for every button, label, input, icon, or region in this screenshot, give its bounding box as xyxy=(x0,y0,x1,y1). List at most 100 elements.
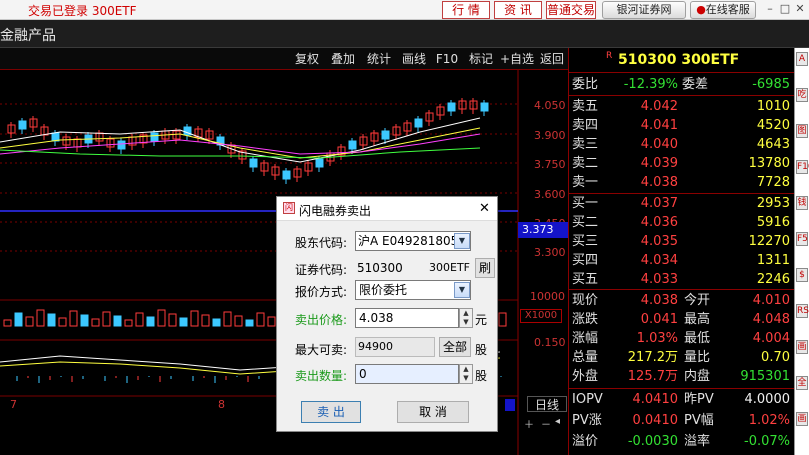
ask-row: 卖四 4.041 4520 xyxy=(572,116,792,135)
iopv-row: PV涨 0.0410 PV幅 1.02% xyxy=(572,411,792,430)
ask-volume: 1010 xyxy=(756,99,790,114)
stat-value: 0.70 xyxy=(761,350,790,365)
volume-bar xyxy=(190,310,199,327)
normal-trade-button[interactable]: 普通交易 xyxy=(546,1,596,19)
ask-label: 卖一 xyxy=(572,175,599,190)
iopv-row: 溢价 -0.0030 溢率 -0.07% xyxy=(572,432,792,451)
divider xyxy=(569,289,794,290)
ask-label: 卖三 xyxy=(572,137,599,152)
volume-bar xyxy=(179,317,188,327)
side-tab-3[interactable]: F10 xyxy=(796,160,809,174)
side-tab-4[interactable]: 钱 xyxy=(796,196,808,210)
bid-price: 4.036 xyxy=(640,215,678,230)
all-button[interactable]: 全部 xyxy=(439,337,471,357)
iopv-label: 昨PV xyxy=(684,392,714,407)
minimize-button[interactable]: – xyxy=(763,2,777,16)
toolbar-back[interactable]: 返回 xyxy=(536,50,568,68)
broker-site-button[interactable]: 银河证券网 xyxy=(602,1,686,19)
toolbar-mark[interactable]: 标记 xyxy=(464,50,498,68)
ask-volume: 13780 xyxy=(748,156,790,171)
volume-bar xyxy=(146,316,155,327)
dialog-title: 闪电融券卖出 xyxy=(299,204,372,218)
chevron-down-icon[interactable]: ▼ xyxy=(454,282,470,298)
side-tab-0[interactable]: A xyxy=(796,52,808,66)
volume-bar xyxy=(498,312,507,327)
divider xyxy=(569,72,794,73)
weicha-value: -6985 xyxy=(752,77,790,92)
side-tab-9[interactable]: 全 xyxy=(796,376,808,390)
zoom-in-icon[interactable]: ＋ xyxy=(524,416,534,431)
cancel-button[interactable]: 取 消 xyxy=(397,401,469,423)
close-button[interactable]: ✕ xyxy=(793,2,807,16)
toolbar-draw[interactable]: 画线 xyxy=(397,50,431,68)
side-tab-1[interactable]: 吃 xyxy=(796,88,808,102)
date-label: 8 xyxy=(218,398,225,411)
price-spinner[interactable]: ▲ ▼ xyxy=(459,308,473,328)
bid-row: 买一 4.037 2953 xyxy=(572,194,792,213)
scroll-marker[interactable] xyxy=(505,399,515,411)
ma-line xyxy=(0,147,481,159)
ask-row: 卖一 4.038 7728 xyxy=(572,173,792,192)
side-tab-10[interactable]: 画 xyxy=(796,412,808,426)
toolbar-f10[interactable]: F10 xyxy=(432,50,462,68)
refresh-button[interactable]: 刷 xyxy=(475,258,495,278)
ask-label: 卖五 xyxy=(572,99,599,114)
title-bar xyxy=(0,20,809,48)
toolbar-stats[interactable]: 统计 xyxy=(362,50,396,68)
weicha-label: 委差 xyxy=(682,77,709,92)
zoom-out-icon[interactable]: － xyxy=(541,416,551,431)
iopv-label: 溢价 xyxy=(572,434,599,449)
market-button[interactable]: 行 情 xyxy=(442,1,490,19)
price-axis-label: 3.600 xyxy=(534,188,566,201)
security-code: 510300 300ETF xyxy=(618,52,740,68)
price-axis-label: 3.300 xyxy=(534,246,566,259)
volume-bar xyxy=(223,311,232,327)
chevron-down-icon[interactable]: ▼ xyxy=(454,233,470,249)
news-button[interactable]: 资 讯 xyxy=(494,1,542,19)
side-tab-6[interactable]: $ xyxy=(796,268,808,282)
candle xyxy=(447,102,456,112)
login-status: 交易已登录 300ETF xyxy=(28,4,137,18)
volume-bar xyxy=(14,312,23,327)
bid-volume: 2246 xyxy=(756,272,790,287)
bid-row: 买二 4.036 5916 xyxy=(572,213,792,232)
toolbar-add-watch[interactable]: +自选 xyxy=(499,50,535,68)
side-tab-7[interactable]: RS xyxy=(796,304,809,318)
toolbar-overlay[interactable]: 叠加 xyxy=(326,50,360,68)
iopv-label: IOPV xyxy=(572,392,603,407)
price-input[interactable]: 4.038 xyxy=(355,308,459,328)
side-tab-2[interactable]: 图 xyxy=(796,124,808,138)
iopv-label: PV幅 xyxy=(684,413,714,428)
side-tab-5[interactable]: F5 xyxy=(796,232,808,246)
sell-button[interactable]: 卖 出 xyxy=(301,401,361,423)
date-label: 7 xyxy=(10,398,17,411)
dialog-close-icon[interactable]: ✕ xyxy=(479,201,490,216)
bid-row: 买四 4.034 1311 xyxy=(572,251,792,270)
stat-label: 现价 xyxy=(572,293,599,308)
stat-label: 外盘 xyxy=(572,369,599,384)
price-unit: 元 xyxy=(475,313,488,327)
code-value: 510300 xyxy=(357,261,403,275)
stat-label: 最低 xyxy=(684,331,711,346)
side-tab-8[interactable]: 画 xyxy=(796,340,808,354)
scroll-left-icon[interactable]: ◂ xyxy=(555,416,560,427)
quantity-spinner[interactable]: ▲ ▼ xyxy=(459,364,473,384)
candle xyxy=(117,140,126,150)
iopv-row: IOPV 4.0410 昨PV 4.0000 xyxy=(572,390,792,409)
divider xyxy=(569,95,794,96)
mode-label: 报价方式: xyxy=(295,285,348,299)
ask-price: 4.040 xyxy=(640,137,678,152)
online-service-button[interactable]: ●在线客服 xyxy=(690,1,756,19)
weibi-row: 委比 -12.39% 委差 -6985 xyxy=(572,75,792,94)
max-sell-value: 94900 xyxy=(355,337,435,357)
short-sell-dialog: 闪 闪电融券卖出 ✕ 股东代码: 沪A E049281805 ▼ 证券代码: 5… xyxy=(276,196,498,432)
period-selector[interactable]: 日线 xyxy=(527,396,567,412)
ask-label: 卖四 xyxy=(572,118,599,133)
ask-row: 卖三 4.040 4643 xyxy=(572,135,792,154)
quantity-input[interactable]: 0 xyxy=(355,364,459,384)
maximize-button[interactable]: □ xyxy=(778,2,792,16)
toolbar-fuquan[interactable]: 复权 xyxy=(290,50,324,68)
ask-row: 卖五 4.042 1010 xyxy=(572,97,792,116)
candle xyxy=(282,170,291,180)
stat-label: 量比 xyxy=(684,350,711,365)
